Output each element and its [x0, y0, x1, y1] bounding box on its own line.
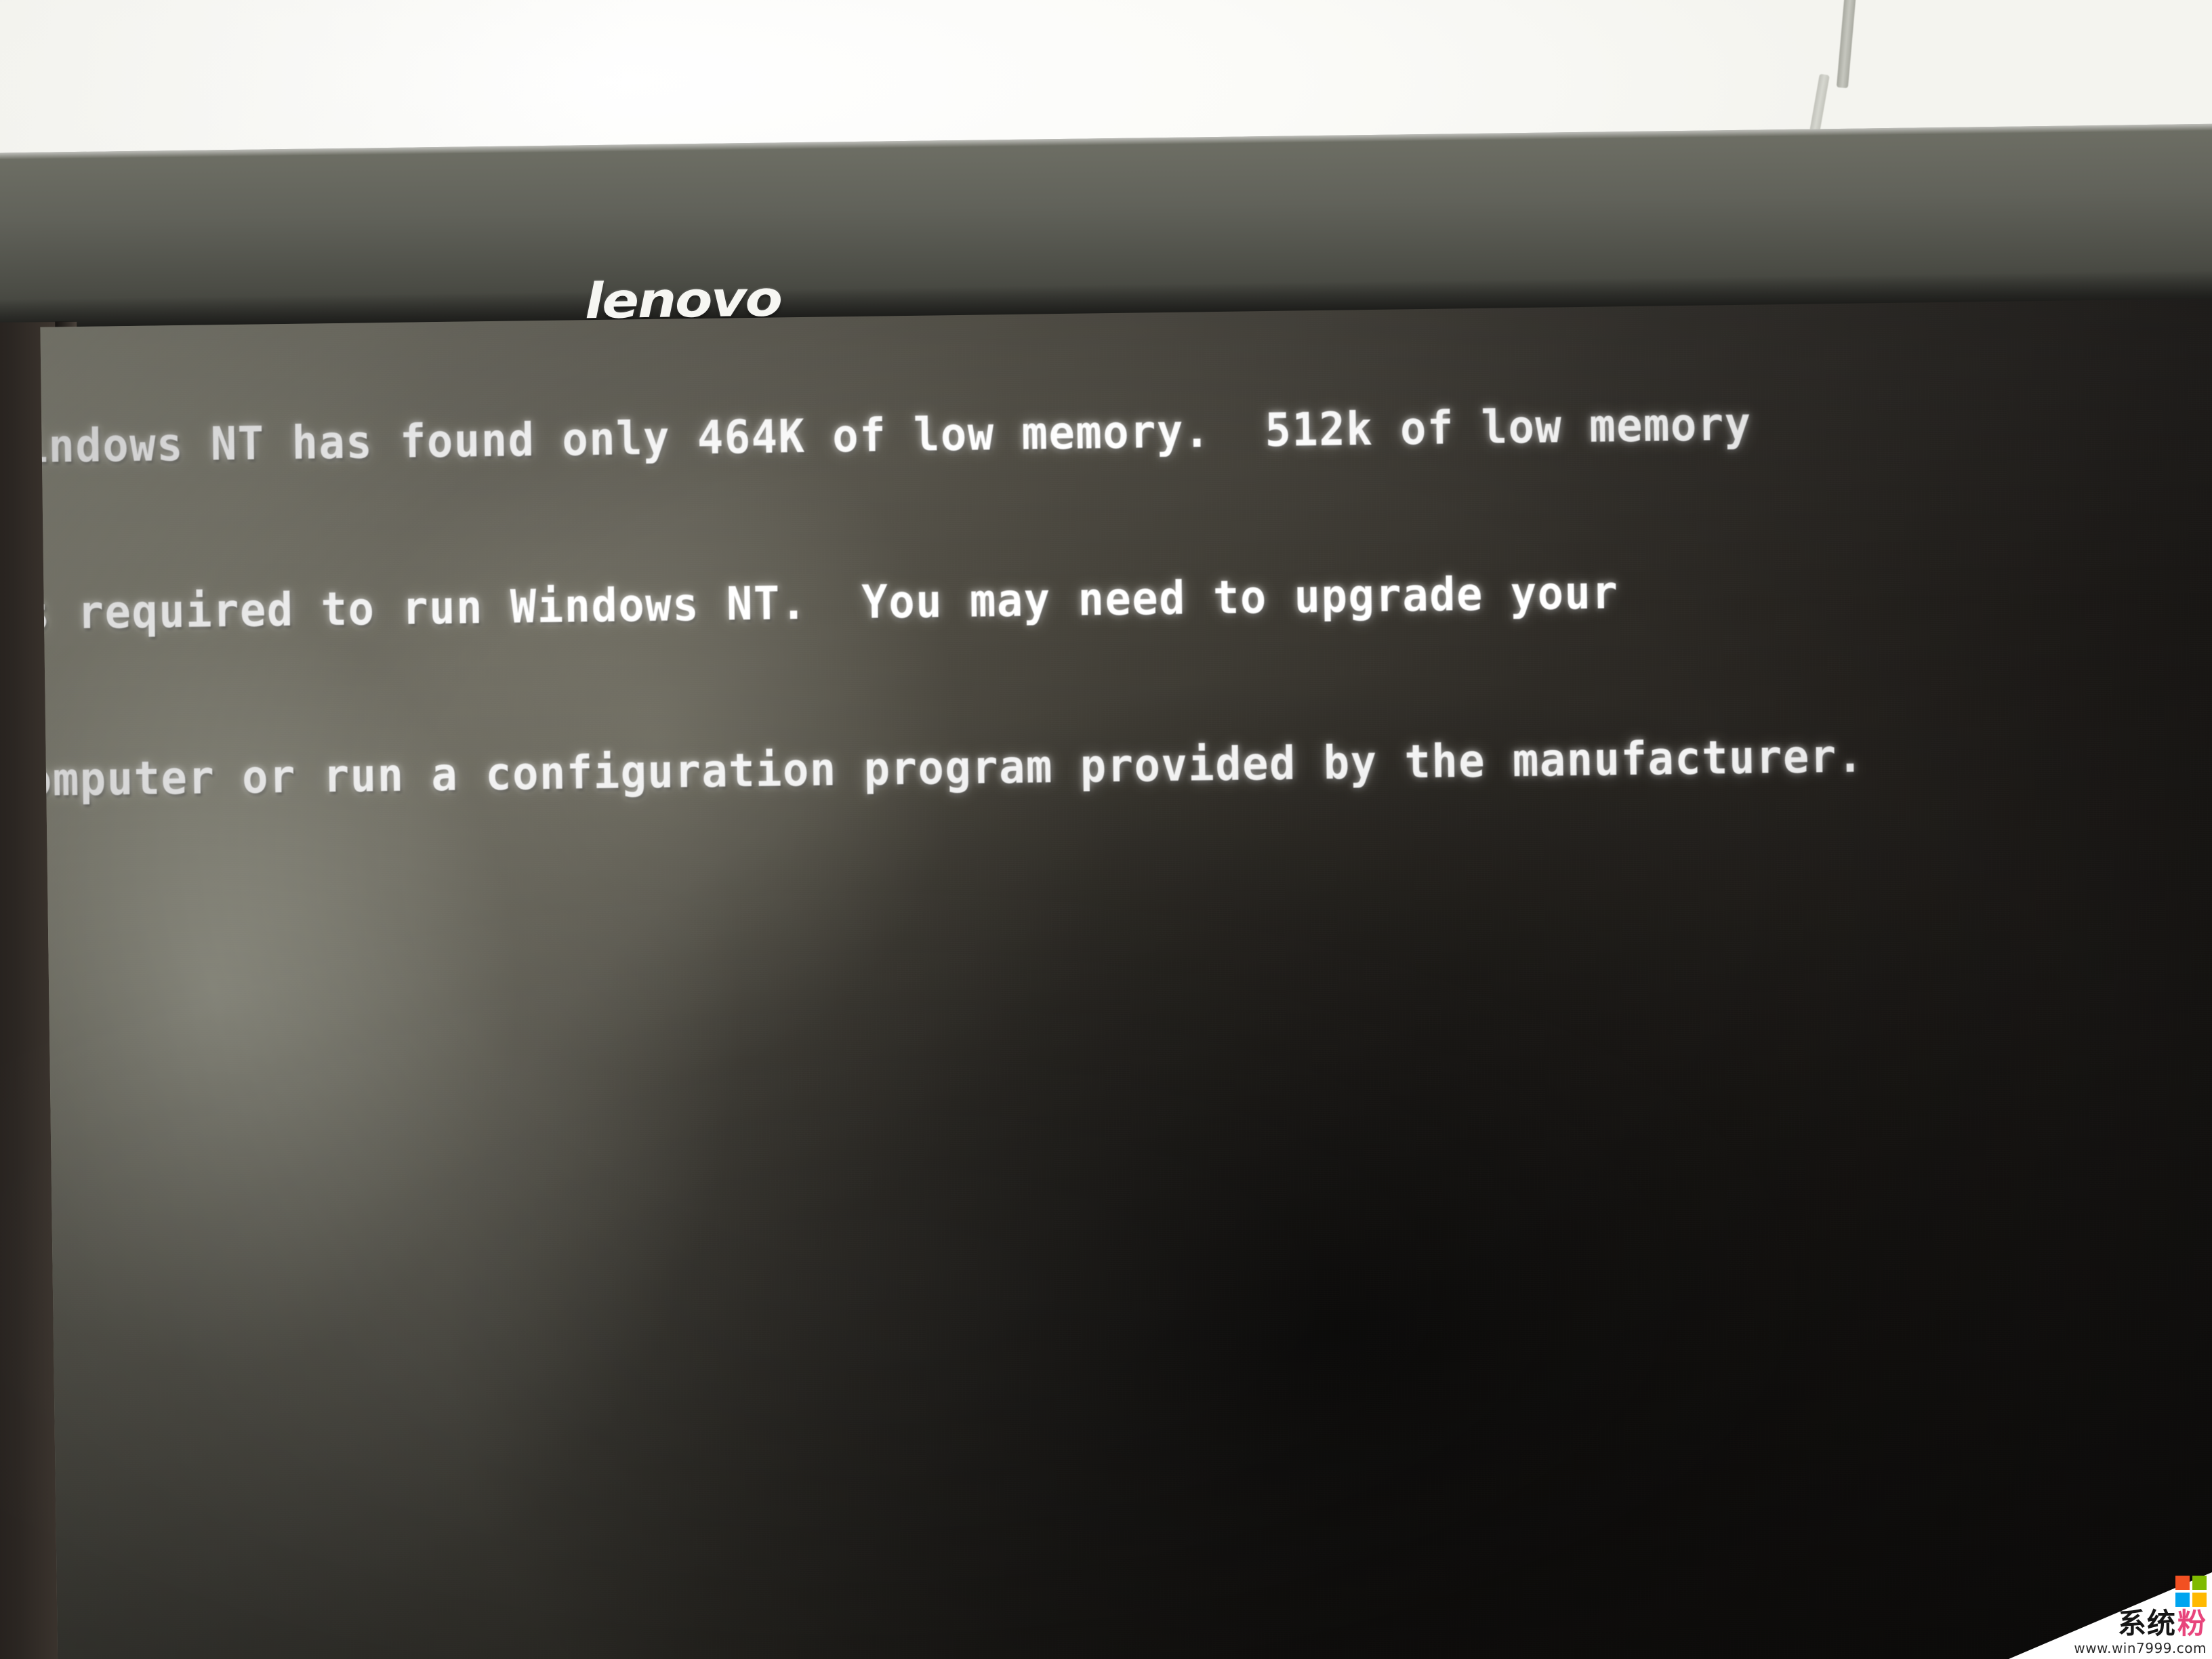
- watermark-site-name-dark: 系统: [2117, 1607, 2176, 1640]
- microsoft-squares-icon: [2175, 1576, 2207, 1607]
- lenovo-monitor: lenovo Windows NT has found only 464K of…: [0, 123, 2212, 1659]
- boot-error-message: Windows NT has found only 464K of low me…: [40, 298, 2166, 920]
- monitor-top-bezel: [0, 123, 2212, 331]
- watermark-url: www.win7999.com: [2074, 1640, 2207, 1656]
- site-watermark: 系统 粉 www.win7999.com: [2009, 1572, 2212, 1659]
- watermark-site-name: 系统 粉: [2118, 1608, 2207, 1639]
- boot-error-line-1: Windows NT has found only 464K of low me…: [40, 397, 1753, 474]
- watermark-site-name-accent: 粉: [2177, 1607, 2207, 1640]
- monitor-screen: Windows NT has found only 464K of low me…: [40, 298, 2212, 1659]
- watermark-content: 系统 粉 www.win7999.com: [2074, 1576, 2207, 1656]
- boot-error-line-3: computer or run a configuration program …: [40, 729, 1865, 808]
- watermark-row: [2175, 1576, 2207, 1608]
- screenshot-root: lenovo Windows NT has found only 464K of…: [0, 0, 2212, 1659]
- boot-error-line-2: is required to run Windows NT. You may n…: [40, 566, 1619, 641]
